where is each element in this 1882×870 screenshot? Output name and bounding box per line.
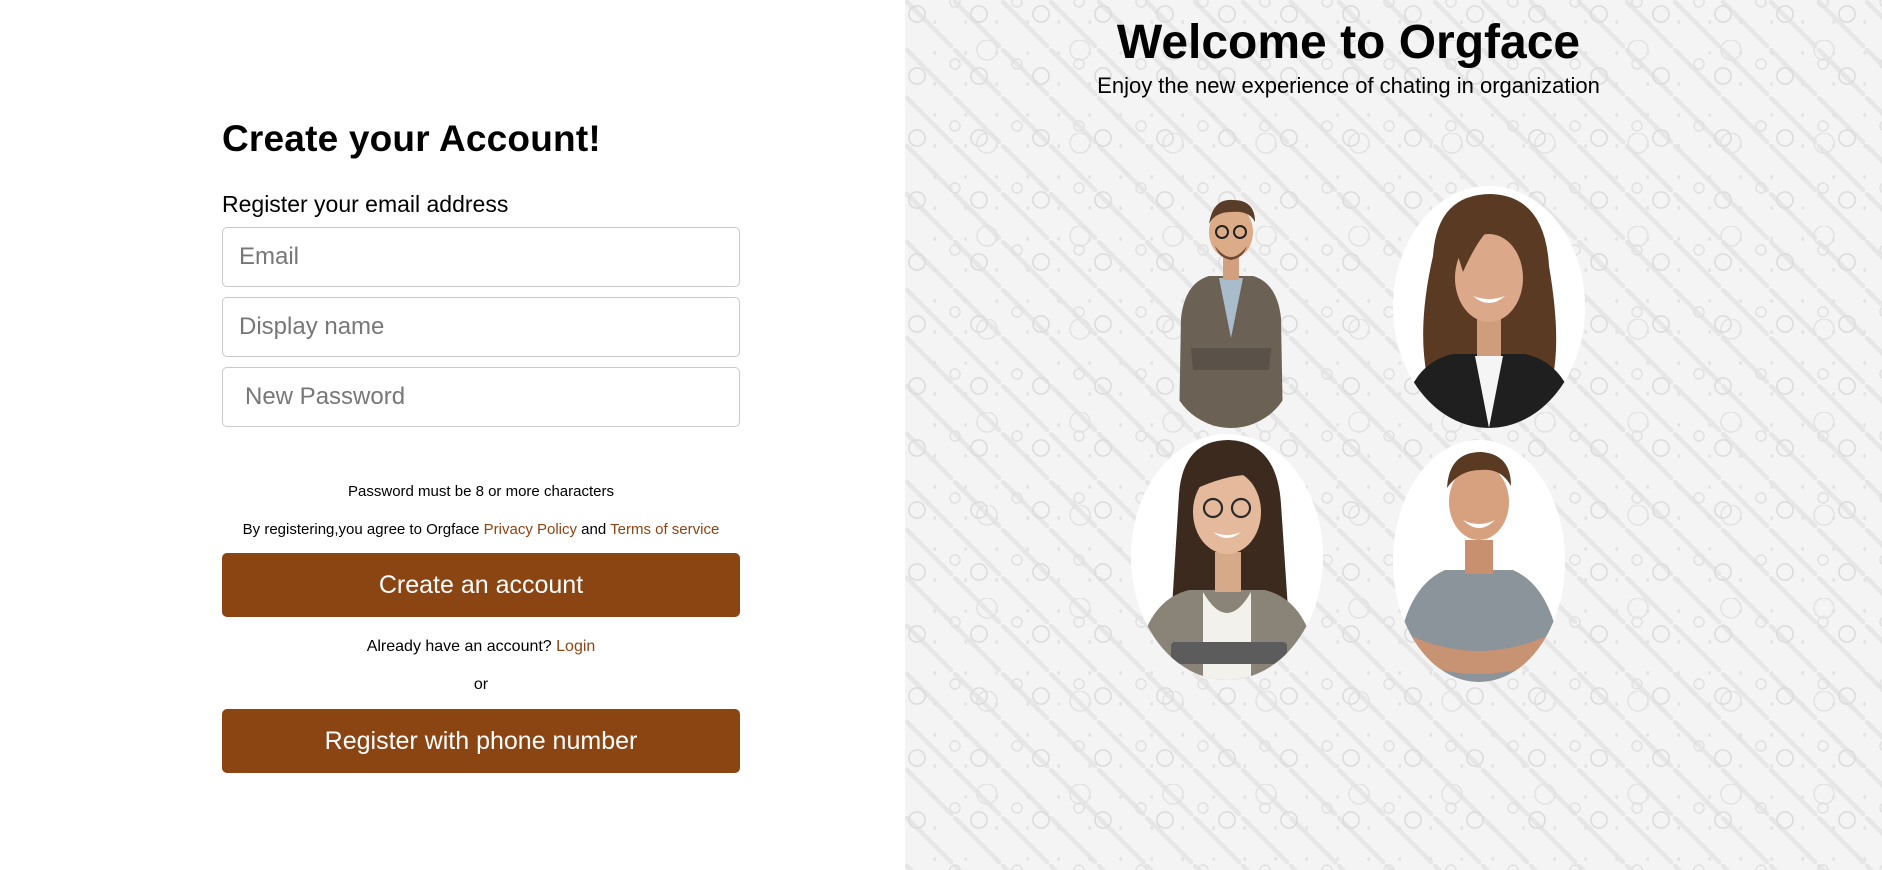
hero-title: Welcome to Orgface <box>1116 16 1581 69</box>
register-phone-button[interactable]: Register with phone number <box>222 709 740 773</box>
person-man-glasses-image <box>1169 188 1293 428</box>
login-link[interactable]: Login <box>556 638 595 655</box>
create-account-button[interactable]: Create an account <box>222 553 740 617</box>
email-field[interactable] <box>222 227 740 287</box>
display-name-field[interactable] <box>222 297 740 357</box>
terms-prefix: By registering,you agree to Orgface <box>242 521 480 538</box>
login-prompt: Already have an account? Login <box>222 637 740 657</box>
person-woman-curly-hair-image <box>1393 186 1585 428</box>
terms-and: and <box>581 521 607 538</box>
hero-tagline: Enjoy the new experience of chating in o… <box>1097 73 1600 98</box>
signup-panel: Create your Account! Register your email… <box>0 0 905 870</box>
or-divider: or <box>473 676 489 693</box>
person-woman-tablet-image <box>1131 434 1323 680</box>
signup-page: Create your Account! Register your email… <box>0 0 1882 870</box>
privacy-policy-link[interactable]: Privacy Policy <box>484 521 577 538</box>
terms-text: By registering,you agree to Orgface Priv… <box>222 521 740 539</box>
form-subtitle: Register your email address <box>222 191 509 217</box>
terms-of-service-link[interactable]: Terms of service <box>610 521 719 538</box>
person-man-grey-shirt-image <box>1393 440 1565 682</box>
signup-form: Create your Account! Register your email… <box>222 118 740 773</box>
password-hint: Password must be 8 or more characters <box>348 483 614 500</box>
have-account-text: Already have an account? <box>366 638 552 655</box>
page-title: Create your Account! <box>222 118 601 159</box>
password-field[interactable] <box>222 367 740 427</box>
hero-panel: Welcome to Orgface Enjoy the new experie… <box>905 0 1882 870</box>
